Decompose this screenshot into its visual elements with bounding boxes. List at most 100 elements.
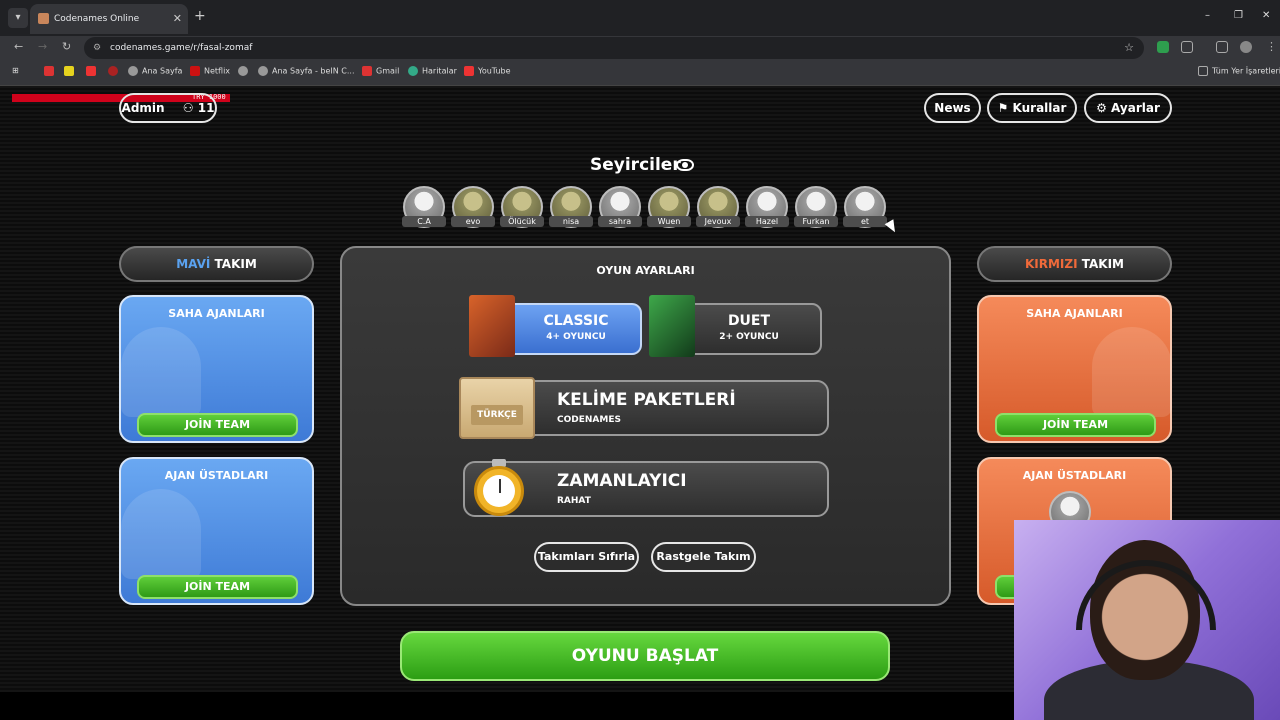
bookmark-maps[interactable]: Haritalar: [408, 66, 457, 76]
blue-spymasters-join-button[interactable]: JOİN TEAM: [137, 575, 298, 599]
spectator-name: C.A: [402, 216, 446, 227]
bookmark-label: Ana Sayfa - beIN C...: [272, 66, 355, 76]
close-window-icon[interactable]: ✕: [1262, 10, 1270, 21]
tab-codenames[interactable]: Codenames Online ✕: [30, 4, 188, 34]
bookmark-youtube[interactable]: YouTube: [464, 66, 511, 76]
red-team-color: KIRMIZI: [1024, 257, 1078, 271]
red-operatives-card: SAHA AJANLARI JOİN TEAM: [977, 295, 1172, 443]
bookmark-label: Gmail: [376, 66, 400, 76]
profile-avatar-icon[interactable]: [1240, 41, 1252, 53]
bookmark-netflix[interactable]: Netflix: [190, 66, 230, 76]
tab-strip: ▾ Codenames Online ✕ + – ❐ ✕: [0, 0, 1280, 36]
blue-team-color: MAVİ: [176, 257, 211, 271]
reload-icon[interactable]: ↻: [62, 40, 71, 53]
opera-icon[interactable]: [108, 66, 122, 76]
close-tab-icon[interactable]: ✕: [173, 4, 182, 34]
bookmark-label: Netflix: [204, 66, 231, 76]
admin-label: Admin: [121, 101, 165, 115]
game-settings-title: OYUN AYARLARI: [596, 264, 695, 277]
red-team-label: TAKIM: [1081, 257, 1124, 271]
media-icon[interactable]: [1216, 41, 1228, 53]
players-icon: ⚇: [182, 101, 194, 115]
tab-search-icon[interactable]: ▾: [8, 8, 28, 28]
back-icon[interactable]: ←: [14, 40, 23, 53]
restore-icon[interactable]: ❐: [1234, 10, 1243, 21]
new-tab-icon[interactable]: +: [194, 8, 206, 24]
agent-silhouette: [1092, 327, 1172, 417]
spectator-name: Ölücük: [500, 216, 544, 227]
start-game-button[interactable]: OYUNU BAŞLAT: [400, 631, 890, 681]
random-team-button[interactable]: Rastgele Takım: [651, 542, 756, 572]
extensions-icon[interactable]: [1181, 41, 1193, 53]
spectator-name: Wuen: [647, 216, 691, 227]
blue-operatives-card: SAHA AJANLARI JOİN TEAM: [119, 295, 314, 443]
bookmark-ana-sayfa[interactable]: Ana Sayfa: [128, 66, 182, 76]
site-info-icon[interactable]: ⚙: [93, 37, 101, 59]
apps-grid-icon[interactable]: ⊞: [12, 66, 19, 75]
gear-icon: ⚙: [1096, 101, 1112, 115]
word-packs-subtitle: CODENAMES: [557, 415, 621, 425]
spectator-name: sahra: [598, 216, 642, 227]
bookmark-icon[interactable]: [64, 66, 78, 76]
rules-button[interactable]: ⚑ Kurallar: [987, 93, 1077, 123]
settings-label: Ayarlar: [1111, 101, 1160, 115]
youtube-icon[interactable]: [86, 66, 100, 76]
blue-team-label: TAKIM: [214, 257, 257, 271]
spectator-name: Jevoux: [696, 216, 740, 227]
blue-operatives-title: SAHA AJANLARI: [168, 307, 265, 320]
settings-button[interactable]: ⚙ Ayarlar: [1084, 93, 1172, 123]
agent-silhouette: [121, 327, 201, 417]
toolbar: ← → ↻ ⚙ codenames.game/r/fasal-zomaf ☆ ⋮: [0, 36, 1280, 60]
admin-button[interactable]: Admin ⚇ 11: [119, 93, 217, 123]
favicon-icon: [38, 13, 49, 24]
red-operatives-title: SAHA AJANLARI: [1026, 307, 1123, 320]
bookmark-label: YouTube: [478, 66, 511, 76]
spectator-name: Hazel: [745, 216, 789, 227]
red-spymasters-title: AJAN ÜSTADLARI: [1022, 469, 1127, 482]
url-text: codenames.game/r/fasal-zomaf: [110, 43, 253, 53]
blue-spymasters-card: AJAN ÜSTADLARI JOİN TEAM: [119, 457, 314, 605]
bookmark-label: Ana Sayfa: [142, 66, 183, 76]
word-pack-icon: TÜRKÇE: [459, 377, 535, 439]
browser-chrome: ▾ Codenames Online ✕ + – ❐ ✕ ← → ↻ ⚙ cod…: [0, 0, 1280, 86]
menu-icon[interactable]: ⋮: [1266, 40, 1277, 53]
blue-operatives-join-button[interactable]: JOİN TEAM: [137, 413, 298, 437]
reset-teams-button[interactable]: Takımları Sıfırla: [534, 542, 639, 572]
address-bar[interactable]: ⚙ codenames.game/r/fasal-zomaf ☆: [84, 37, 1144, 59]
news-button[interactable]: News: [924, 93, 981, 123]
spectator-name: evo: [451, 216, 495, 227]
blue-team-header: MAVİ TAKIM: [119, 246, 314, 282]
timer-subtitle: RAHAT: [557, 496, 591, 506]
word-packs-title: KELİME PAKETLERİ: [557, 390, 736, 410]
bookmark-label: Haritalar: [422, 66, 457, 76]
bookmark-gmail[interactable]: Gmail: [362, 66, 399, 76]
extension-shield-icon[interactable]: [1157, 41, 1169, 53]
duet-subtitle: 2+ OYUNCU: [719, 332, 779, 342]
classic-title: CLASSIC: [543, 313, 609, 329]
minimize-icon[interactable]: –: [1205, 10, 1210, 21]
spectator-name: nisa: [549, 216, 593, 227]
agent-silhouette: [121, 489, 201, 579]
red-operatives-join-button[interactable]: JOİN TEAM: [995, 413, 1156, 437]
classic-box-image: [469, 295, 515, 357]
duet-box-image: [649, 295, 695, 357]
gmail-icon[interactable]: [44, 66, 58, 76]
mouse-cursor-icon: [884, 219, 900, 235]
webcam-overlay: [1014, 520, 1280, 720]
eye-icon: [676, 159, 694, 171]
bookmark-bein[interactable]: Ana Sayfa - beIN C...: [258, 66, 355, 76]
spectator-name: Furkan: [794, 216, 838, 227]
word-pack-language: TÜRKÇE: [471, 405, 523, 425]
forward-icon[interactable]: →: [38, 40, 47, 53]
player-count: 11: [197, 101, 215, 115]
timer-title: ZAMANLAYICI: [557, 471, 687, 491]
rules-label: Kurallar: [1012, 101, 1067, 115]
bookmark-icon: ⚑: [997, 101, 1013, 115]
bookmark-star-icon[interactable]: ☆: [1124, 37, 1134, 59]
all-bookmarks[interactable]: Tüm Yer İşaretleri: [1198, 66, 1280, 76]
bookmark-globe-icon[interactable]: [238, 66, 252, 76]
duet-title: DUET: [727, 313, 771, 329]
tab-title: Codenames Online: [54, 14, 140, 24]
bookmarks-bar: ⊞ Ana Sayfa Netflix Ana Sayfa - beIN C..…: [0, 60, 1280, 86]
spectator-name: et: [843, 216, 887, 227]
